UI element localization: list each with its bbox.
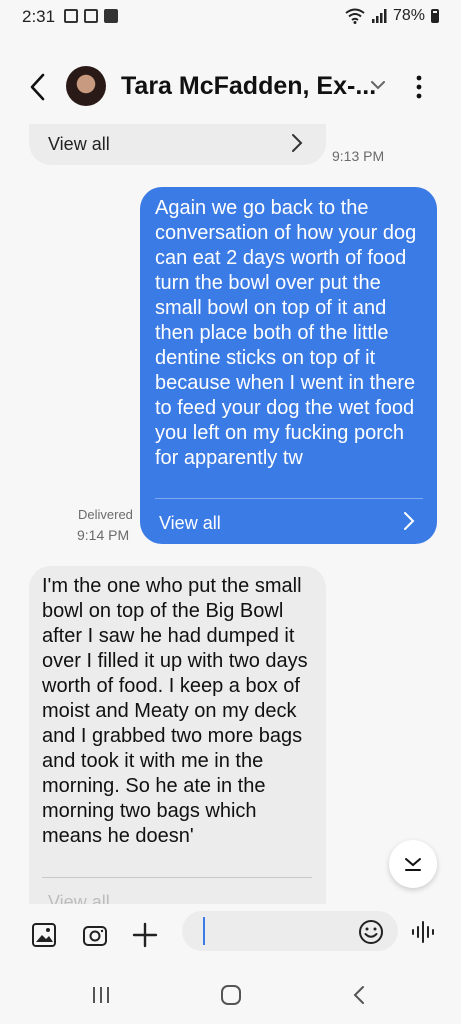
outgoing-message-bubble[interactable]: Again we go back to the conversation of … bbox=[140, 187, 437, 544]
emoji-icon[interactable] bbox=[358, 919, 384, 945]
home-icon[interactable] bbox=[219, 983, 243, 1007]
message-text: Again we go back to the conversation of … bbox=[155, 197, 417, 469]
status-bar: 2:31 78% bbox=[0, 0, 461, 34]
gmail-notification-icon bbox=[84, 9, 98, 23]
more-options-icon[interactable] bbox=[411, 74, 427, 100]
text-cursor bbox=[203, 917, 205, 945]
scroll-to-bottom-button[interactable] bbox=[389, 840, 437, 888]
incoming-message-bubble-partial[interactable]: View all bbox=[29, 124, 326, 165]
app-notification-icon bbox=[104, 9, 118, 23]
chevron-down-icon[interactable] bbox=[370, 78, 386, 92]
plus-icon[interactable] bbox=[131, 921, 159, 949]
recent-apps-icon[interactable] bbox=[90, 985, 112, 1005]
battery-percent: 78% bbox=[392, 7, 425, 24]
message-text: I'm the one who put the small bowl on to… bbox=[42, 575, 308, 847]
notification-icons bbox=[64, 9, 118, 23]
chevron-right-icon[interactable] bbox=[402, 511, 416, 531]
incoming-message-bubble[interactable]: I'm the one who put the small bowl on to… bbox=[29, 566, 326, 916]
status-right: 78% bbox=[345, 7, 439, 25]
bubble-divider bbox=[155, 498, 423, 499]
battery-icon bbox=[431, 9, 439, 23]
system-navigation-bar bbox=[0, 964, 461, 1024]
bubble-divider bbox=[42, 877, 312, 878]
delivery-status: Delivered bbox=[78, 507, 133, 522]
camera-icon[interactable] bbox=[81, 921, 109, 949]
view-all-link[interactable]: View all bbox=[159, 513, 221, 534]
gallery-notification-icon bbox=[64, 9, 78, 23]
wifi-icon bbox=[345, 8, 365, 24]
back-arrow-icon[interactable] bbox=[26, 72, 52, 102]
voice-input-icon[interactable] bbox=[410, 919, 436, 945]
message-time: 9:14 PM bbox=[77, 527, 130, 543]
message-time: 9:13 PM bbox=[332, 148, 385, 164]
view-all-link[interactable]: View all bbox=[48, 134, 110, 155]
arrow-down-icon bbox=[405, 858, 421, 871]
contact-avatar[interactable] bbox=[66, 66, 106, 106]
contact-name[interactable]: Tara McFadden, Ex-... bbox=[121, 72, 376, 101]
back-nav-icon[interactable] bbox=[350, 984, 368, 1006]
chevron-right-icon[interactable] bbox=[290, 133, 304, 153]
signal-icon bbox=[371, 9, 387, 23]
gallery-icon[interactable] bbox=[30, 921, 58, 949]
status-time: 2:31 bbox=[22, 7, 56, 26]
